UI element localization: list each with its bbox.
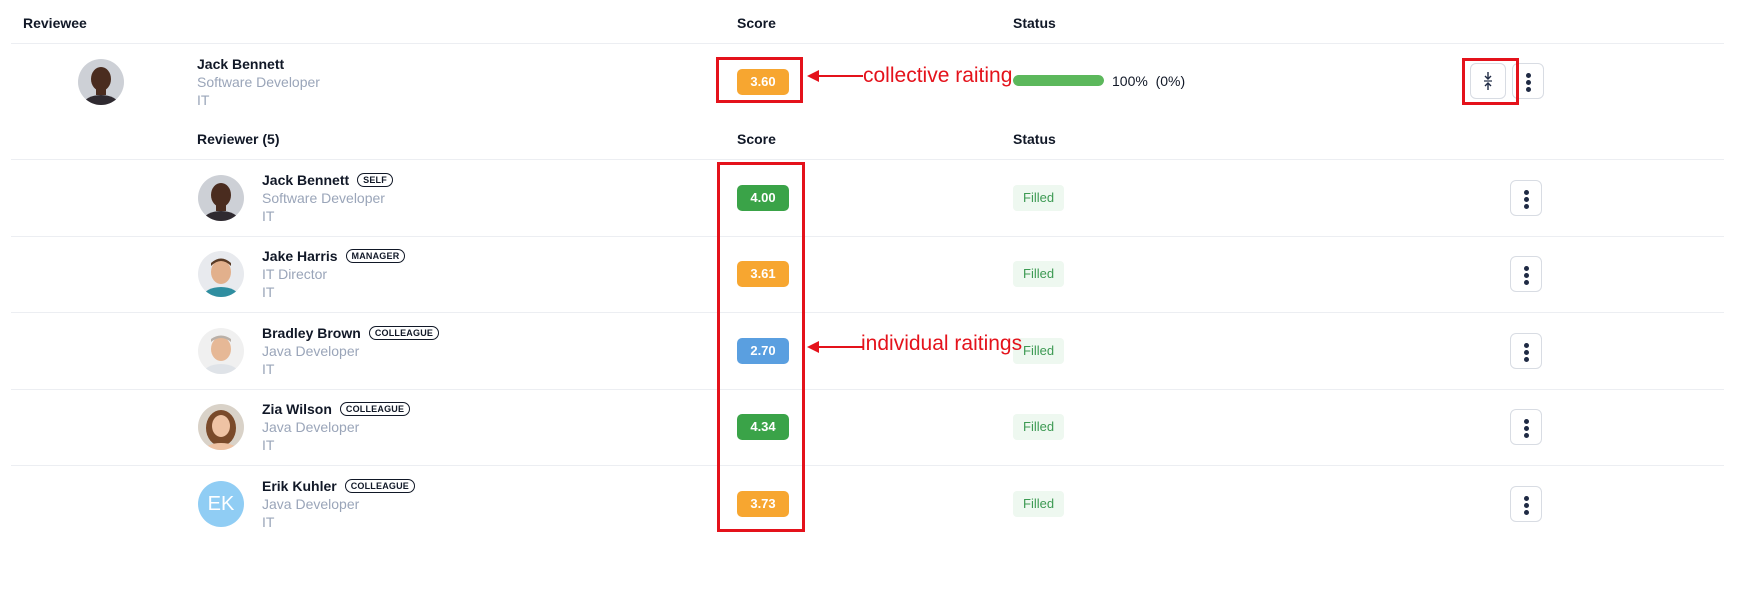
reviewer-name-line: Jack Bennett SELF [262, 172, 393, 188]
reviewer-role-tag: MANAGER [345, 249, 406, 264]
reviewer-status-header: Status [1013, 131, 1056, 147]
more-vertical-icon [1524, 342, 1529, 348]
reviewer-section-header: Reviewer (5) [197, 131, 280, 147]
reviewer-menu-button[interactable] [1510, 332, 1542, 369]
reviewer-name-line: Jake Harris MANAGER [262, 248, 406, 265]
status-badge: Filled [1013, 261, 1065, 288]
reviewer-name: Jake Harris [262, 248, 338, 265]
row-divider [11, 388, 1724, 390]
reviewer-menu-button[interactable] [1510, 256, 1542, 293]
reviewer-name: Erik Kuhler [262, 477, 337, 494]
reviewer-dept: IT [262, 208, 275, 224]
column-header-score: Score [737, 15, 776, 31]
row-divider [11, 465, 1724, 467]
reviewer-name-line: Erik Kuhler COLLEAGUE [262, 477, 416, 494]
reviewer-role-tag: COLLEAGUE [339, 402, 411, 417]
column-header-reviewee: Reviewee [23, 15, 87, 31]
collective-rating-annotation: collective raiting [863, 64, 1013, 87]
reviewer-title: Java Developer [262, 419, 360, 436]
reviewer-dept: IT [262, 513, 275, 530]
reviewer-role-tag: COLLEAGUE [368, 325, 440, 340]
more-vertical-icon [1524, 419, 1529, 425]
progress-label: 100% (0%) [1112, 73, 1185, 89]
reviewer-dept: IT [262, 360, 275, 377]
status-badge: Filled [1013, 414, 1065, 441]
reviewer-menu-button[interactable] [1510, 485, 1542, 522]
reviewer-avatar [198, 327, 244, 374]
row-divider [11, 312, 1724, 314]
reviewer-avatar [198, 404, 244, 451]
individual-ratings-annotation: individual raitings [861, 332, 1023, 355]
individual-arrow-icon [807, 341, 863, 353]
reviewer-score-header: Score [737, 131, 776, 147]
more-vertical-icon [1526, 73, 1531, 78]
reviewer-header-divider [11, 159, 1724, 160]
reviewer-dept: IT [262, 284, 275, 301]
collective-arrow-icon [807, 70, 863, 82]
more-vertical-icon [1524, 266, 1529, 272]
reviewee-dept: IT [197, 92, 210, 108]
reviewee-name: Jack Bennett [197, 56, 285, 72]
reviewer-name: Bradley Brown [262, 324, 361, 341]
header-divider [11, 43, 1724, 44]
reviewer-dept: IT [262, 437, 275, 454]
reviewer-menu-button[interactable] [1510, 409, 1542, 446]
reviewer-avatar: EK [198, 480, 244, 527]
reviewer-title: Java Developer [262, 342, 360, 359]
reviewer-name-line: Zia Wilson COLLEAGUE [262, 401, 411, 418]
reviewer-name: Zia Wilson [262, 401, 332, 418]
row-divider [11, 235, 1724, 237]
individual-scores-highlight [717, 162, 805, 532]
reviewer-avatar [198, 251, 244, 298]
reviewer-name-line: Bradley Brown COLLEAGUE [262, 324, 440, 341]
reviewer-menu-button[interactable] [1510, 180, 1542, 216]
reviewee-avatar [78, 59, 124, 105]
status-badge: Filled [1013, 185, 1065, 211]
reviewer-avatar [198, 175, 244, 221]
reviewer-title: IT Director [262, 266, 328, 283]
reviewer-title: Software Developer [262, 190, 385, 206]
reviewer-role-tag: COLLEAGUE [344, 478, 416, 493]
collapse-button-highlight [1462, 58, 1519, 105]
progress-bar [1013, 75, 1104, 86]
reviewee-title: Software Developer [197, 74, 320, 90]
progress-bar-fill [1013, 75, 1104, 86]
progress-percent: 100% [1112, 73, 1148, 89]
more-vertical-icon [1524, 190, 1529, 195]
progress-extra: (0%) [1155, 73, 1186, 89]
collective-score-highlight [716, 57, 803, 103]
reviewer-name: Jack Bennett [262, 172, 350, 188]
reviewer-role-tag: SELF [357, 173, 393, 187]
column-header-status: Status [1013, 15, 1056, 31]
more-vertical-icon [1524, 495, 1529, 501]
reviewer-title: Java Developer [262, 495, 360, 512]
status-badge: Filled [1013, 490, 1065, 517]
